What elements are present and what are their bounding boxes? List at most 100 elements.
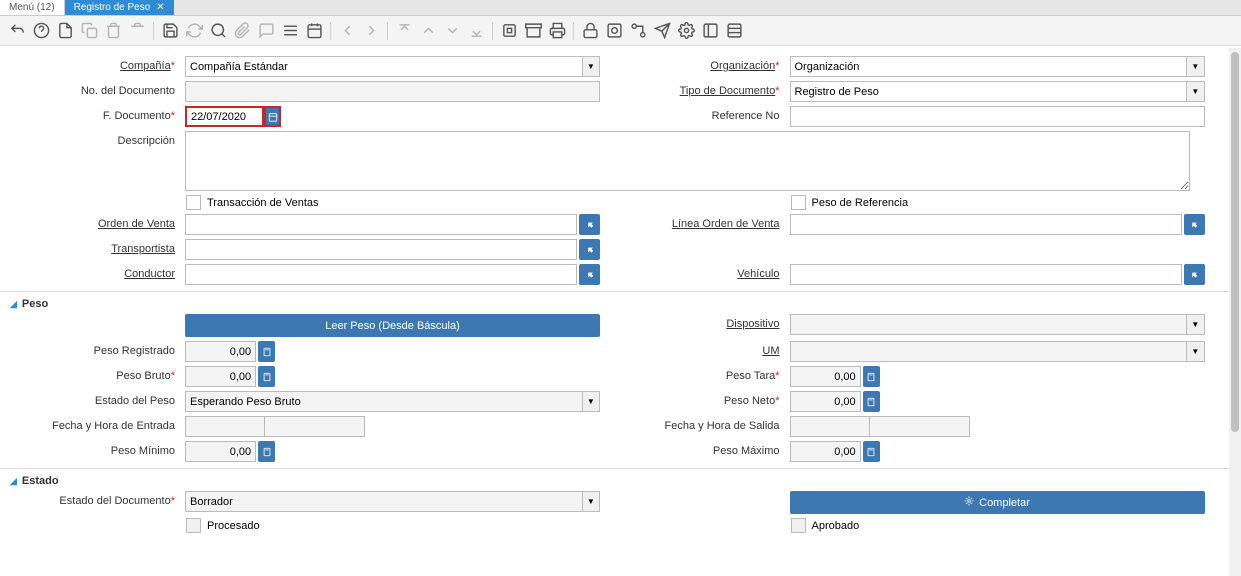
ref-no-input[interactable] <box>790 106 1205 127</box>
print-icon[interactable] <box>546 20 568 42</box>
estado-peso-input[interactable] <box>185 391 583 412</box>
vehiculo-input[interactable] <box>790 264 1182 285</box>
lock-icon[interactable] <box>579 20 601 42</box>
process-icon[interactable] <box>675 20 697 42</box>
product-info-icon[interactable] <box>699 20 721 42</box>
history-icon[interactable] <box>303 20 325 42</box>
zoom-icon[interactable] <box>603 20 625 42</box>
peso-neto-input <box>790 391 861 412</box>
aprobado-label: Aprobado <box>812 520 860 532</box>
new-icon[interactable] <box>54 20 76 42</box>
organizacion-input[interactable] <box>790 56 1188 77</box>
dropdown-icon[interactable]: ▼ <box>1187 56 1204 77</box>
close-icon[interactable]: ✕ <box>156 2 164 13</box>
transaccion-ventas-checkbox[interactable] <box>186 195 201 210</box>
lookup-icon[interactable] <box>579 239 600 260</box>
next-rec-icon[interactable] <box>441 20 463 42</box>
dispositivo-input[interactable] <box>790 314 1188 335</box>
customize-icon[interactable] <box>723 20 745 42</box>
lookup-icon[interactable] <box>1184 214 1205 235</box>
conductor-input[interactable] <box>185 264 577 285</box>
dispositivo-label: Dispositivo <box>726 318 779 330</box>
workflow-icon[interactable] <box>627 20 649 42</box>
attachment-icon[interactable] <box>231 20 253 42</box>
calculator-icon[interactable] <box>258 341 275 362</box>
tab-registro-peso[interactable]: Registro de Peso ✕ <box>65 0 174 15</box>
f-doc-input[interactable] <box>185 106 264 127</box>
peso-tara-input <box>790 366 861 387</box>
um-input[interactable] <box>790 341 1188 362</box>
collapse-icon[interactable]: ◢ <box>10 476 17 487</box>
compania-input[interactable] <box>185 56 583 77</box>
delete-selection-icon[interactable] <box>126 20 148 42</box>
grid-toggle-icon[interactable] <box>279 20 301 42</box>
tipo-doc-input[interactable] <box>790 81 1188 102</box>
dropdown-icon[interactable]: ▼ <box>583 391 600 412</box>
prev-rec-icon[interactable] <box>417 20 439 42</box>
lookup-icon[interactable] <box>579 264 600 285</box>
descripcion-label: Descripción <box>118 135 175 147</box>
leer-peso-button[interactable]: Leer Peso (Desde Báscula) <box>185 314 600 337</box>
dropdown-icon[interactable]: ▼ <box>583 491 600 512</box>
transportista-label: Transportista <box>111 243 175 255</box>
dropdown-icon[interactable]: ▼ <box>1187 81 1204 102</box>
fecha-salida-date <box>790 416 870 437</box>
lookup-icon[interactable] <box>1184 264 1205 285</box>
peso-tara-label: Peso Tara <box>726 370 775 382</box>
doc-no-label: No. del Documento <box>81 85 175 97</box>
section-peso-header: ◢ Peso <box>0 291 1229 314</box>
calculator-icon[interactable] <box>863 441 880 462</box>
chat-icon[interactable] <box>255 20 277 42</box>
tab-menu[interactable]: Menú (12) <box>0 0 65 15</box>
transportista-input[interactable] <box>185 239 577 260</box>
last-icon[interactable] <box>465 20 487 42</box>
leer-peso-label: Leer Peso (Desde Báscula) <box>325 320 460 332</box>
peso-minimo-label: Peso Mínimo <box>111 445 175 457</box>
collapse-icon[interactable]: ◢ <box>10 299 17 310</box>
dropdown-icon[interactable]: ▼ <box>1187 341 1204 362</box>
doc-no-input <box>185 81 600 102</box>
calculator-icon[interactable] <box>863 391 880 412</box>
calculator-icon[interactable] <box>863 366 880 387</box>
undo-icon[interactable] <box>6 20 28 42</box>
peso-referencia-checkbox[interactable] <box>791 195 806 210</box>
tab-bar: Menú (12) Registro de Peso ✕ <box>0 0 1241 16</box>
dropdown-icon[interactable]: ▼ <box>583 56 600 77</box>
gear-icon <box>964 496 974 509</box>
descripcion-input[interactable] <box>185 131 1190 191</box>
linea-orden-input[interactable] <box>790 214 1182 235</box>
dropdown-icon[interactable]: ▼ <box>1187 314 1204 335</box>
fecha-entrada-label: Fecha y Hora de Entrada <box>52 420 175 432</box>
refresh-icon[interactable] <box>183 20 205 42</box>
calculator-icon[interactable] <box>258 441 275 462</box>
report-icon[interactable] <box>498 20 520 42</box>
save-icon[interactable] <box>159 20 181 42</box>
tab-active-label: Registro de Peso <box>74 2 151 13</box>
next-icon[interactable] <box>360 20 382 42</box>
estado-doc-input[interactable] <box>185 491 583 512</box>
calendar-icon[interactable] <box>264 106 281 127</box>
search-icon[interactable] <box>207 20 229 42</box>
peso-bruto-input <box>185 366 256 387</box>
completar-button[interactable]: Completar <box>790 491 1205 514</box>
first-icon[interactable] <box>393 20 415 42</box>
request-icon[interactable] <box>651 20 673 42</box>
copy-icon[interactable] <box>78 20 100 42</box>
calculator-icon[interactable] <box>258 366 275 387</box>
scrollbar-track[interactable] <box>1229 48 1241 576</box>
help-icon[interactable] <box>30 20 52 42</box>
estado-peso-label: Estado del Peso <box>95 395 175 407</box>
prev-icon[interactable] <box>336 20 358 42</box>
orden-venta-input[interactable] <box>185 214 577 235</box>
organizacion-label: Organización <box>710 60 775 72</box>
peso-registrado-label: Peso Registrado <box>94 345 175 357</box>
peso-maximo-input <box>790 441 861 462</box>
lookup-icon[interactable] <box>579 214 600 235</box>
section-estado-header: ◢ Estado <box>0 468 1229 491</box>
vehiculo-label: Vehículo <box>737 268 779 280</box>
form-content: Compañía* ▼ Organización* ▼ No. del Docu… <box>0 48 1229 576</box>
section-peso-label: Peso <box>22 298 48 310</box>
scrollbar-thumb[interactable] <box>1231 52 1239 432</box>
archive-icon[interactable] <box>522 20 544 42</box>
delete-icon[interactable] <box>102 20 124 42</box>
